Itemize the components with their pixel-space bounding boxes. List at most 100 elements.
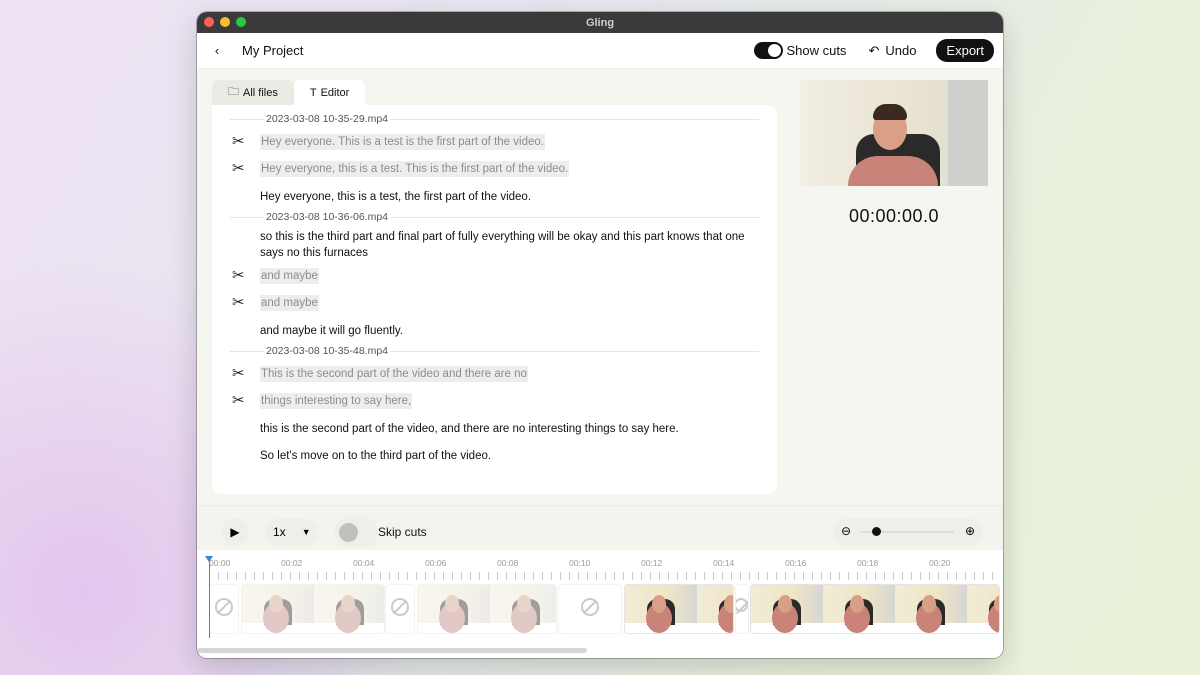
no-entry-icon bbox=[391, 598, 409, 616]
cut-clip[interactable] bbox=[385, 584, 415, 634]
kept-text[interactable]: So let's move on to the third part of th… bbox=[260, 448, 491, 464]
main-area: 🗀 All files T Editor 2023-03-08 10-35-29… bbox=[197, 69, 1003, 505]
folder-icon: 🗀 bbox=[228, 86, 239, 98]
no-entry-icon bbox=[581, 598, 599, 616]
kept-text[interactable]: this is the second part of the video, an… bbox=[260, 421, 679, 437]
cut-text[interactable]: Hey everyone, this is a test. This is th… bbox=[260, 161, 570, 177]
transcript-row[interactable]: ✂ and maybe bbox=[232, 268, 757, 284]
scissors-icon[interactable]: ✂ bbox=[232, 393, 256, 409]
play-icon: ▶ bbox=[230, 525, 240, 539]
transcript-row[interactable]: this is the second part of the video, an… bbox=[232, 421, 757, 437]
back-chevron-icon[interactable]: ‹ bbox=[209, 43, 225, 58]
play-button[interactable]: ▶ bbox=[221, 518, 249, 546]
tick-label: 00:14 bbox=[713, 558, 735, 568]
file-name: 2023-03-08 10-35-29.mp4 bbox=[264, 113, 391, 125]
scissors-icon[interactable]: ✂ bbox=[232, 268, 256, 284]
scissors-icon[interactable]: ✂ bbox=[232, 161, 256, 177]
undo-button[interactable]: ↶ Undo bbox=[868, 43, 916, 59]
cut-text[interactable]: Hey everyone. This is a test is the firs… bbox=[260, 134, 545, 150]
tick-label: 00:04 bbox=[353, 558, 375, 568]
tick-label: 00:12 bbox=[641, 558, 663, 568]
cut-clip[interactable] bbox=[417, 584, 557, 634]
kept-text[interactable]: Hey everyone, this is a test, the first … bbox=[260, 189, 531, 205]
kept-text[interactable]: so this is the third part and final part… bbox=[260, 229, 757, 261]
zoom-out-icon[interactable]: ⊖ bbox=[841, 524, 851, 538]
video-preview[interactable] bbox=[800, 80, 988, 186]
zoom-window-button[interactable] bbox=[236, 17, 246, 27]
text-icon: T bbox=[309, 86, 317, 99]
timecode-display: 00:00:00.0 bbox=[848, 206, 940, 226]
tab-all-files[interactable]: 🗀 All files bbox=[212, 80, 294, 105]
file-name: 2023-03-08 10-35-48.mp4 bbox=[264, 345, 391, 357]
cut-text[interactable]: This is the second part of the video and… bbox=[260, 366, 528, 382]
file-header: 2023-03-08 10-36-06.mp4 bbox=[230, 211, 759, 223]
window-title: Gling bbox=[585, 16, 615, 29]
project-name: My Project bbox=[242, 43, 304, 58]
tab-label: Editor bbox=[320, 86, 350, 99]
close-window-button[interactable] bbox=[204, 17, 214, 27]
tick-label: 00:18 bbox=[857, 558, 879, 568]
transcript-row[interactable]: ✂ Hey everyone. This is a test is the fi… bbox=[232, 134, 757, 150]
transcript-row[interactable]: ✂ things interesting to say here, bbox=[232, 393, 757, 409]
scissors-icon[interactable]: ✂ bbox=[232, 366, 256, 382]
minimize-window-button[interactable] bbox=[220, 17, 230, 27]
tab-label: All files bbox=[243, 86, 278, 99]
cut-text[interactable]: things interesting to say here, bbox=[260, 393, 413, 409]
zoom-in-icon[interactable]: ⊕ bbox=[965, 524, 975, 538]
ruler-ticks bbox=[209, 572, 999, 580]
undo-arrow-icon: ↶ bbox=[868, 42, 880, 58]
cut-clip[interactable] bbox=[241, 584, 385, 634]
file-header: 2023-03-08 10-35-29.mp4 bbox=[230, 113, 759, 125]
file-name: 2023-03-08 10-36-06.mp4 bbox=[264, 211, 391, 223]
window-controls bbox=[204, 17, 246, 27]
tick-label: 00:02 bbox=[281, 558, 303, 568]
timeline-scrollbar[interactable] bbox=[197, 648, 587, 653]
tick-label: 00:20 bbox=[929, 558, 951, 568]
skip-cuts-label: Skip cuts bbox=[378, 525, 427, 539]
kept-clip[interactable] bbox=[750, 584, 1000, 634]
no-entry-icon bbox=[736, 598, 748, 612]
timeline[interactable]: 00:00 00:02 00:04 00:06 00:08 00:10 00:1… bbox=[197, 550, 1003, 658]
export-button[interactable]: Export bbox=[936, 39, 994, 62]
tick-label: 00:10 bbox=[569, 558, 591, 568]
clip-track[interactable] bbox=[209, 584, 1001, 636]
tick-label: 00:06 bbox=[425, 558, 447, 568]
transcript-row[interactable]: ✂ and maybe bbox=[232, 295, 757, 311]
undo-label: Undo bbox=[885, 43, 917, 58]
skip-cuts-toggle[interactable] bbox=[334, 517, 378, 547]
transcript-row[interactable]: and maybe it will go fluently. bbox=[232, 323, 757, 339]
scissors-icon[interactable]: ✂ bbox=[232, 134, 256, 150]
cut-clip[interactable] bbox=[209, 584, 239, 634]
transcript-row[interactable]: ✂ This is the second part of the video a… bbox=[232, 366, 757, 382]
zoom-slider-handle[interactable] bbox=[872, 527, 881, 536]
cut-text[interactable]: and maybe bbox=[260, 295, 319, 311]
no-entry-icon bbox=[215, 598, 233, 616]
transcript-editor[interactable]: 2023-03-08 10-35-29.mp4 ✂ Hey everyone. … bbox=[212, 105, 777, 494]
speed-value: 1x bbox=[273, 525, 286, 539]
title-bar: Gling bbox=[197, 12, 1003, 33]
app-window: Gling ‹ My Project Show cuts ↶ Undo Expo… bbox=[197, 12, 1003, 658]
tab-bar: 🗀 All files T Editor bbox=[212, 80, 366, 105]
cut-clip[interactable] bbox=[735, 584, 749, 634]
tick-label: 00:16 bbox=[785, 558, 807, 568]
zoom-control: ⊖ ⊕ bbox=[834, 518, 982, 546]
transcript-row[interactable]: Hey everyone, this is a test, the first … bbox=[232, 189, 757, 205]
speed-select[interactable]: 1x ▼ bbox=[265, 518, 317, 546]
transcript-row[interactable]: So let's move on to the third part of th… bbox=[232, 448, 757, 464]
kept-clip[interactable] bbox=[624, 584, 734, 634]
transcript-row[interactable]: ✂ Hey everyone, this is a test. This is … bbox=[232, 161, 757, 177]
scissors-icon[interactable]: ✂ bbox=[232, 295, 256, 311]
transcript-row[interactable]: so this is the third part and final part… bbox=[232, 229, 757, 261]
show-cuts-label: Show cuts bbox=[786, 43, 847, 58]
app-toolbar: ‹ My Project Show cuts ↶ Undo Export bbox=[197, 33, 1003, 69]
playhead[interactable] bbox=[205, 556, 213, 638]
show-cuts-toggle[interactable] bbox=[754, 42, 784, 59]
cut-text[interactable]: and maybe bbox=[260, 268, 319, 284]
tab-editor[interactable]: T Editor bbox=[293, 80, 366, 105]
playback-controls: ▶ 1x ▼ Skip cuts ⊖ ⊕ bbox=[197, 505, 1003, 550]
kept-text[interactable]: and maybe it will go fluently. bbox=[260, 323, 403, 339]
tick-label: 00:08 bbox=[497, 558, 519, 568]
file-header: 2023-03-08 10-35-48.mp4 bbox=[230, 345, 759, 357]
caret-down-icon: ▼ bbox=[301, 527, 311, 537]
cut-clip[interactable] bbox=[558, 584, 622, 634]
